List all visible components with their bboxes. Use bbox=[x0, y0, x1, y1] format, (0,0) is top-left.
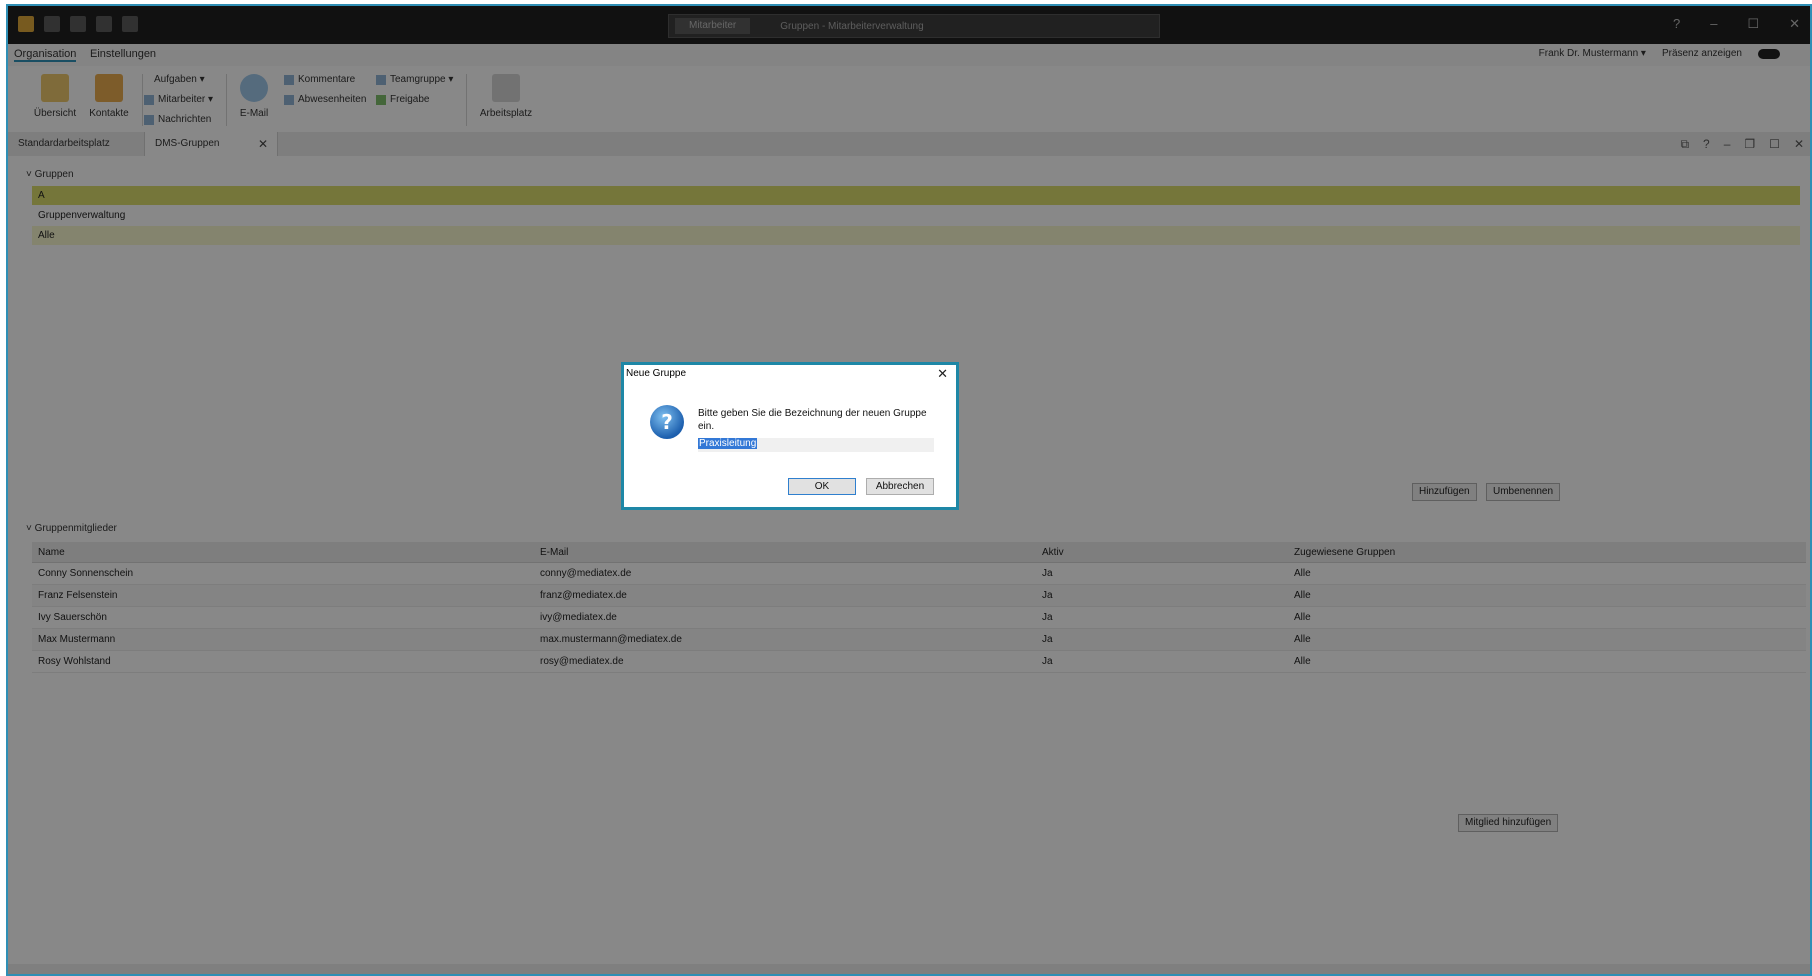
dialog-body: Neue Gruppe ✕ ? Bitte geben Sie die Beze… bbox=[624, 365, 956, 507]
group-name-input[interactable]: Praxisleitung bbox=[698, 438, 934, 452]
close-icon[interactable]: ✕ bbox=[937, 366, 948, 382]
question-icon: ? bbox=[650, 405, 684, 439]
ok-button[interactable]: OK bbox=[788, 478, 856, 495]
cancel-button[interactable]: Abbrechen bbox=[866, 478, 934, 495]
dialog-message: Bitte geben Sie die Bezeichnung der neue… bbox=[698, 408, 927, 432]
new-group-dialog: Neue Gruppe ✕ ? Bitte geben Sie die Beze… bbox=[621, 362, 959, 510]
selected-text: Praxisleitung bbox=[698, 438, 758, 449]
dialog-title: Neue Gruppe bbox=[626, 368, 687, 379]
